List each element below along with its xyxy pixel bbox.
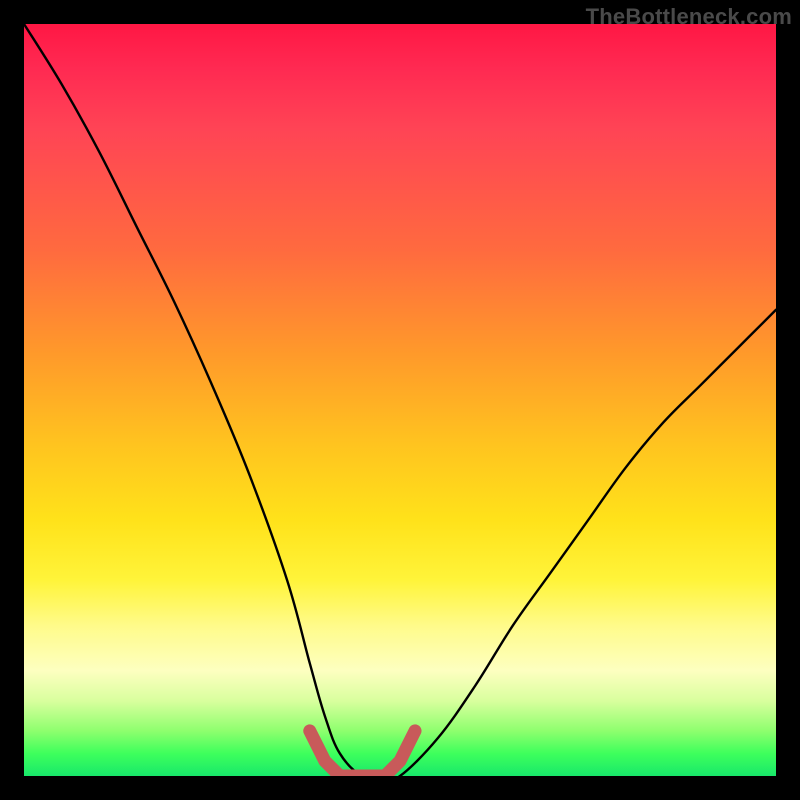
chart-plot-area — [24, 24, 776, 776]
bottleneck-curve — [24, 24, 776, 776]
optimal-band-marker — [310, 731, 415, 776]
chart-frame: TheBottleneck.com — [0, 0, 800, 800]
chart-svg — [24, 24, 776, 776]
attribution-watermark: TheBottleneck.com — [586, 4, 792, 30]
